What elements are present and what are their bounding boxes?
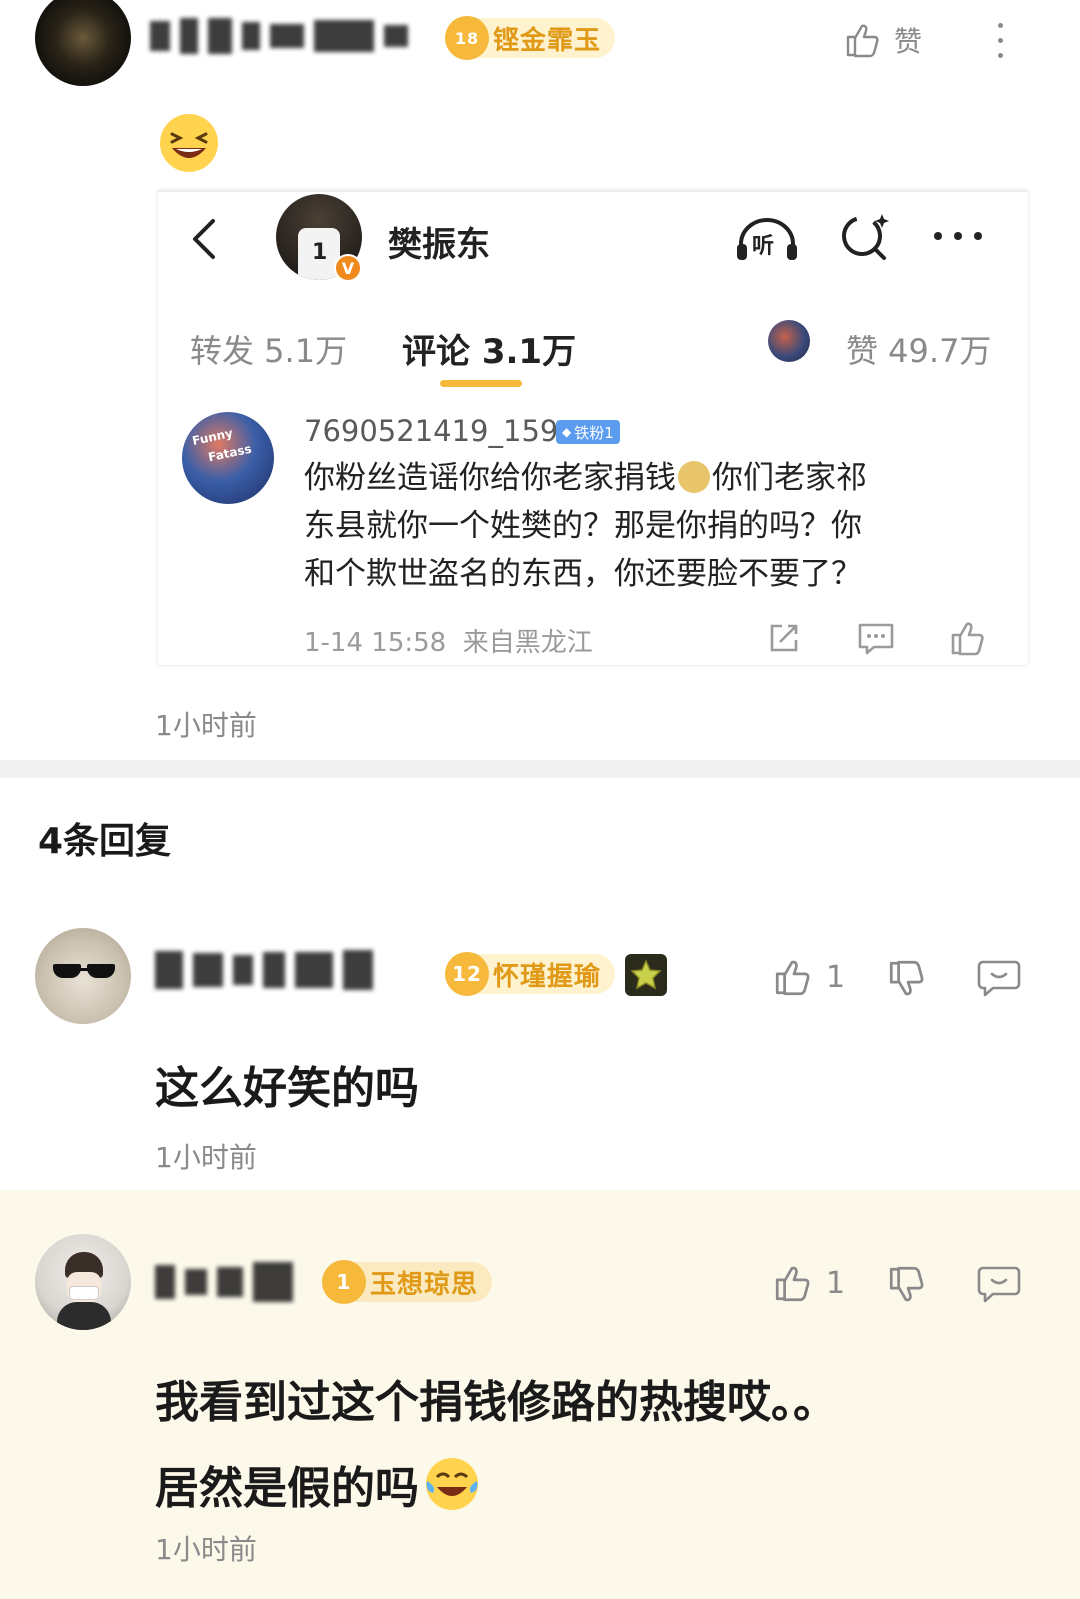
thumbs-down-icon (889, 960, 924, 996)
fan-level-icon: 1 (322, 1260, 366, 1304)
doge-emoji-icon (678, 461, 710, 493)
more-dots-icon[interactable] (930, 228, 986, 244)
inner-comment-line: 你粉丝造谣你给你老家捐钱 (304, 460, 676, 496)
tab-likes[interactable]: 赞 49.7万 (846, 326, 991, 372)
commenter-fan-badge: 18 铿金霏玉 (445, 16, 616, 60)
reply-comment-button[interactable] (976, 1260, 1022, 1306)
diamond-icon: ◆ (562, 425, 572, 439)
fan-level-icon: 12 (445, 952, 489, 996)
reply-avatar[interactable] (35, 1234, 131, 1330)
reply-timestamp: 1小时前 (155, 1533, 257, 1566)
search-icon[interactable] (838, 210, 892, 264)
chat-bubble-icon (977, 1266, 1021, 1303)
more-options-icon[interactable] (990, 18, 1010, 62)
section-divider (0, 760, 1080, 778)
thumbs-down-icon (889, 1266, 924, 1302)
reply-timestamp: 1小时前 (155, 1141, 257, 1174)
reply-comment-button[interactable] (976, 954, 1022, 1000)
account-name: 樊振东 (388, 225, 490, 265)
fan-badge-label: 玉想琼思 (370, 1269, 479, 1300)
inner-commenter-name[interactable]: 7690521419_159 (304, 414, 558, 448)
tab-repost[interactable]: 转发 5.1万 (190, 326, 347, 372)
reply-fan-badge: 12 怀瑾握瑜 (445, 952, 616, 996)
inner-comment-line: 和个欺世盗名的东西，你还要脸不要了？ (304, 556, 862, 592)
reply-like-button[interactable]: 1 (772, 954, 845, 1000)
share-icon[interactable] (764, 618, 804, 658)
replies-count-header: 4条回复 (38, 821, 172, 862)
tab-comments[interactable]: 评论 3.1万 (402, 324, 576, 373)
listen-headphone-icon[interactable]: 听 (734, 214, 800, 264)
reply-like-button[interactable]: 1 (772, 1260, 845, 1306)
fan-badge-text: 铁粉1 (574, 423, 614, 442)
like-count: 1 (826, 959, 846, 995)
commenter-name-redacted[interactable] (150, 18, 408, 54)
laughing-emoji-icon (158, 112, 220, 174)
embedded-screenshot: 1 V 樊振东 听 转发 5.1万 评论 3.1万 赞 49.7万 Funny … (158, 190, 1028, 665)
fan-badge-label: 铿金霏玉 (493, 25, 602, 56)
inner-thumbs-up-icon[interactable] (946, 616, 990, 660)
reply-avatar[interactable] (35, 928, 131, 1024)
comment-timestamp: 1小时前 (155, 709, 257, 742)
chat-bubble-icon (977, 960, 1021, 997)
reply-dislike-button[interactable] (884, 956, 930, 1002)
verified-badge-icon: V (334, 254, 362, 282)
inner-comment-line: 东县就你一个姓樊的？那是你捐的吗？你 (304, 508, 862, 544)
reply-fan-badge: 1 玉想琼思 (322, 1260, 493, 1304)
commenter-avatar[interactable] (35, 0, 131, 86)
fan-badge-label: 怀瑾握瑜 (493, 961, 602, 992)
inner-comment-line: 你们老家祁 (712, 460, 867, 496)
back-arrow-icon[interactable] (186, 214, 222, 264)
reply-text-line: 居然是假的吗 (155, 1463, 419, 1514)
reply-text-line: 我看到过这个捐钱修路的热搜哎。。 (155, 1377, 837, 1428)
listen-label: 听 (752, 234, 775, 259)
thumbs-up-icon (775, 1266, 810, 1302)
fan-level-icon: 18 (445, 16, 489, 60)
comment-like-button[interactable]: 赞 (842, 18, 922, 62)
liker-avatar (768, 320, 810, 362)
thumbs-up-icon (846, 24, 879, 58)
like-label: 赞 (894, 25, 923, 58)
active-tab-indicator (440, 380, 522, 387)
reply-name-redacted[interactable] (155, 950, 373, 990)
like-count: 1 (826, 1265, 846, 1301)
reply-text: 这么好笑的吗 (155, 1063, 419, 1114)
comment-icon[interactable] (856, 618, 896, 658)
reply-dislike-button[interactable] (884, 1262, 930, 1308)
inner-comment-meta: 1-14 15:58 来自黑龙江 (304, 628, 593, 658)
reply-text: 我看到过这个捐钱修路的热搜哎。。 居然是假的吗 (155, 1360, 1035, 1532)
medal-icon (625, 954, 667, 996)
inner-comment-text: 你粉丝造谣你给你老家捐钱 你们老家祁 东县就你一个姓樊的？那是你捐的吗？你 和个欺… (304, 454, 1004, 598)
thumbs-up-icon (775, 960, 810, 996)
tears-of-joy-emoji-icon (423, 1455, 481, 1513)
fan-level-badge: ◆ 铁粉1 (556, 420, 620, 444)
inner-commenter-avatar[interactable]: Funny Fatass (182, 412, 274, 504)
reply-name-redacted[interactable] (155, 1262, 293, 1302)
